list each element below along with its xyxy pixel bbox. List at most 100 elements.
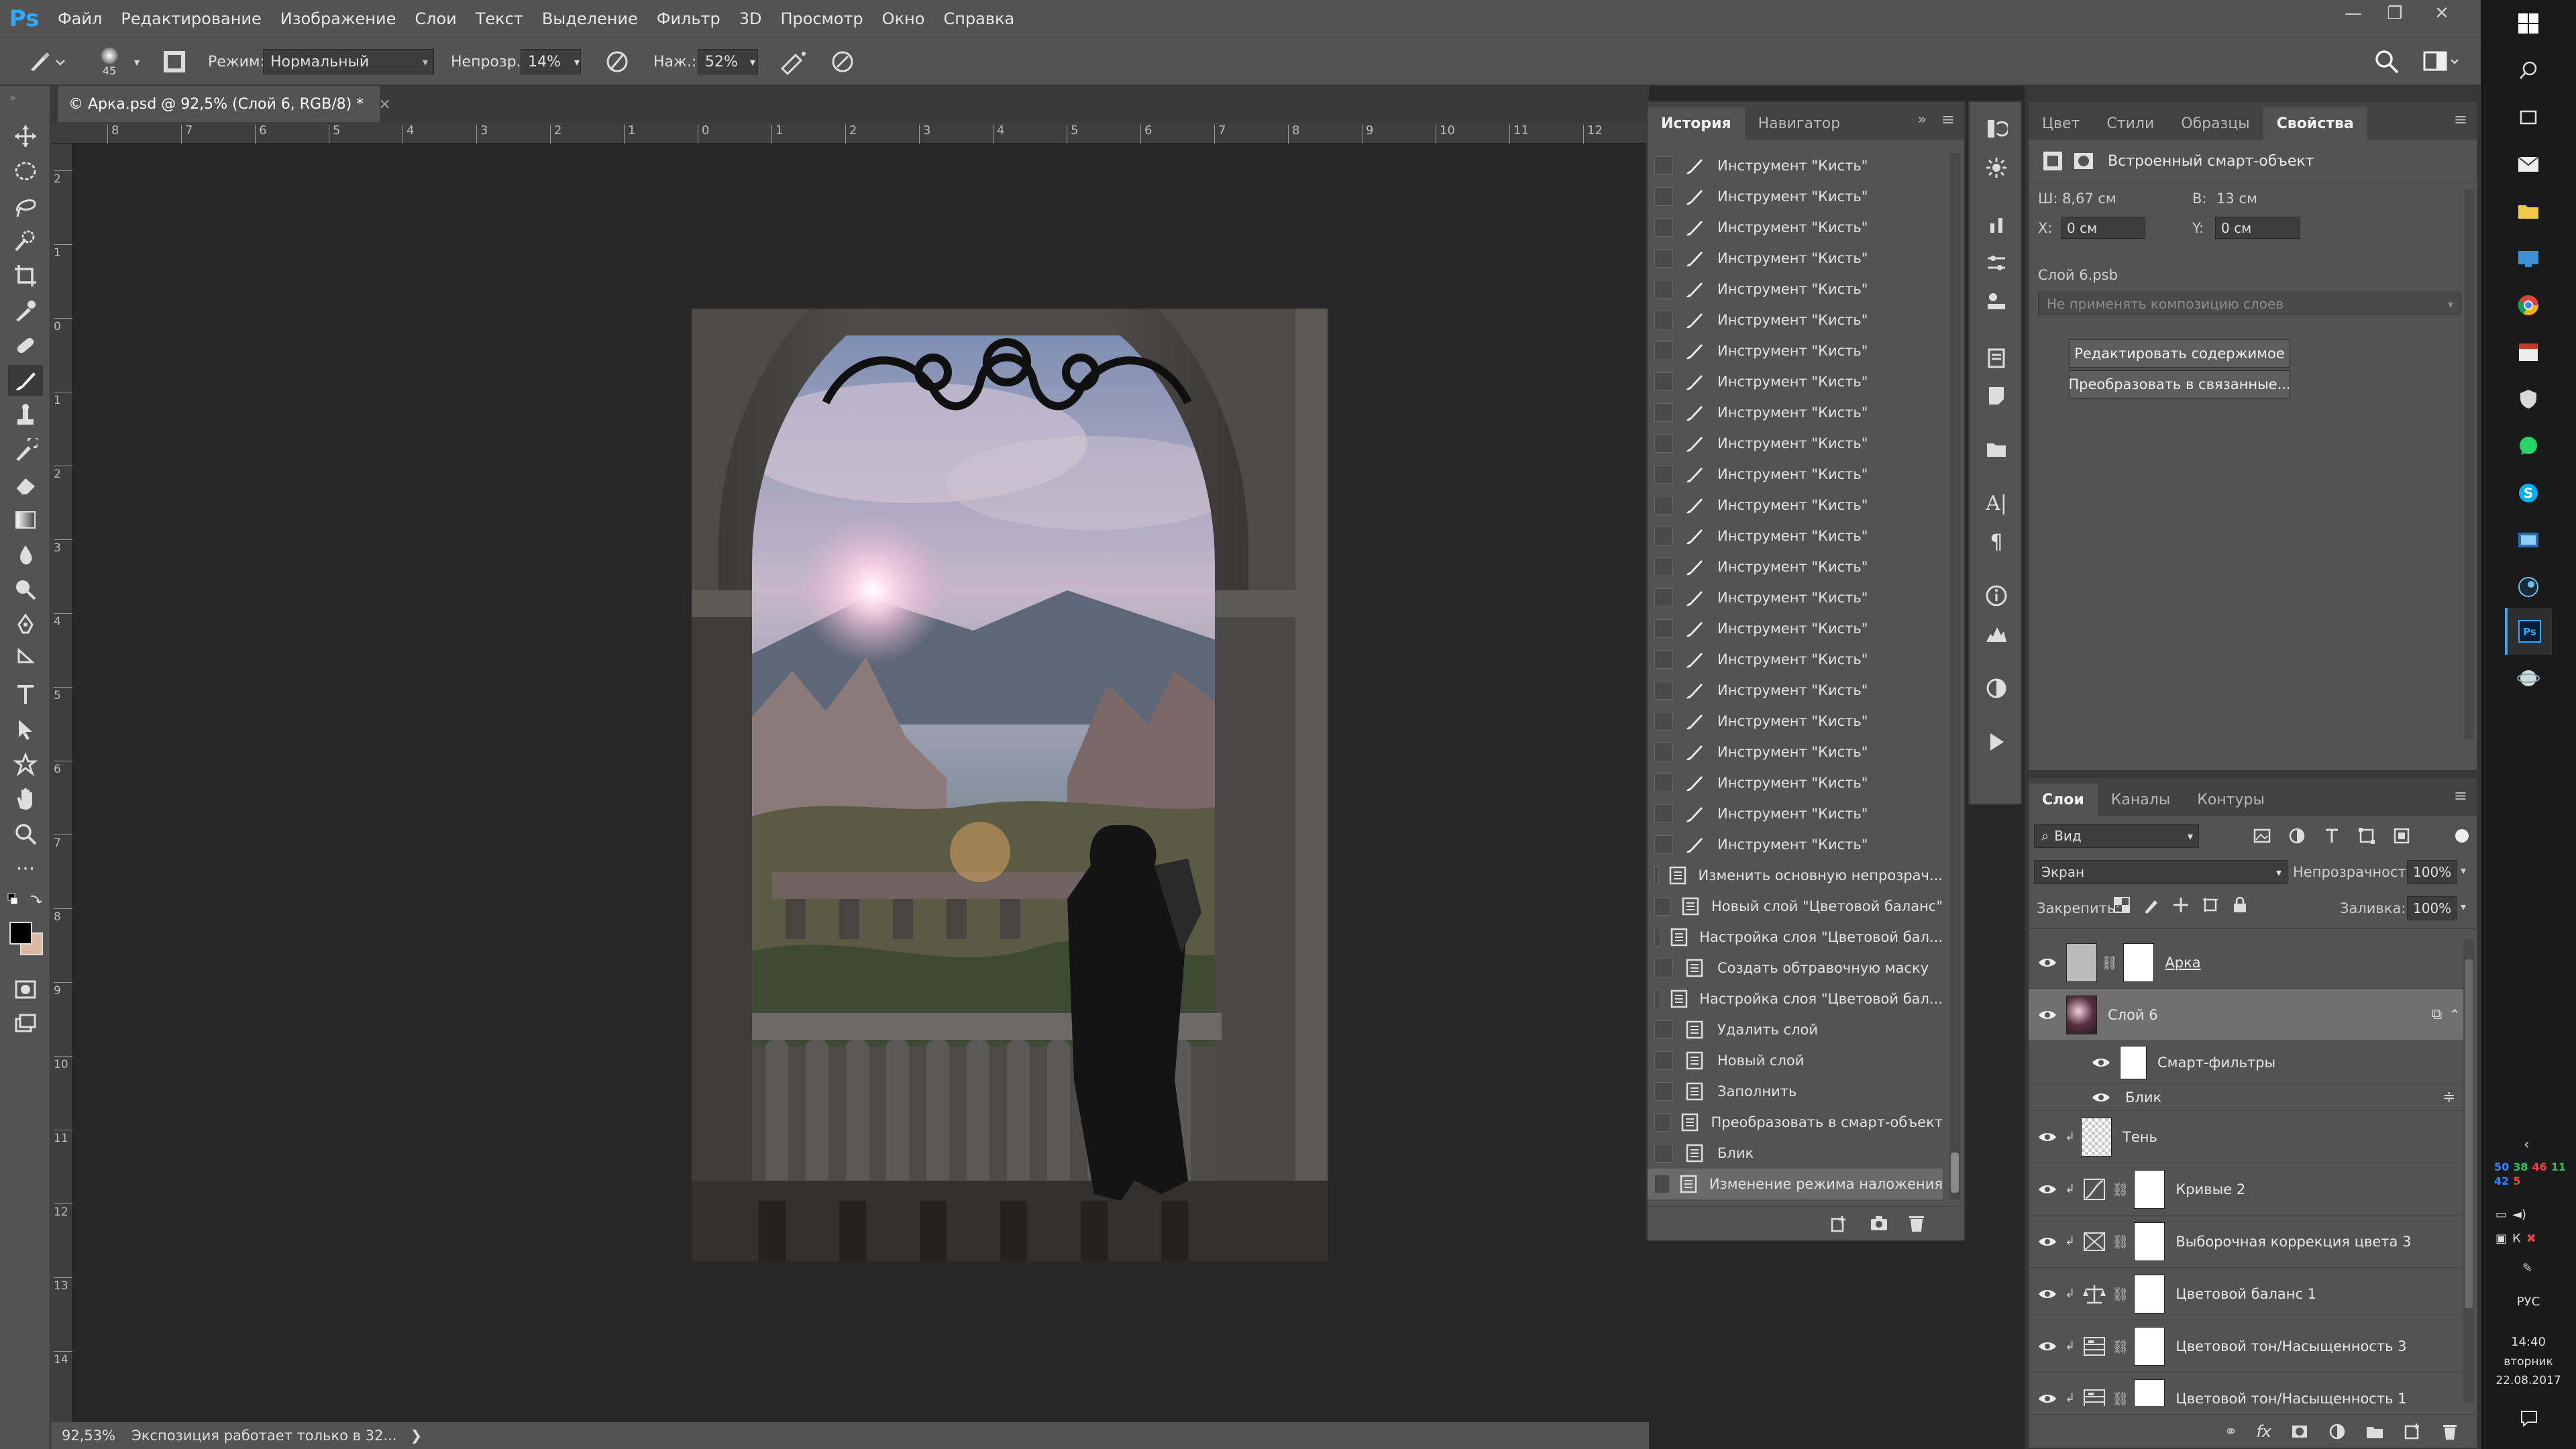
menu-item-4[interactable]: Текст bbox=[466, 9, 533, 28]
history-source-checkbox[interactable] bbox=[1654, 1113, 1671, 1132]
history-item[interactable]: Инструмент "Кисть" bbox=[1648, 397, 1943, 428]
history-source-checkbox[interactable] bbox=[1654, 465, 1673, 484]
layer-row[interactable]: ↲ ⛓ Цветовой баланс 1 bbox=[2029, 1268, 2465, 1320]
opacity-input[interactable]: 14% bbox=[521, 49, 581, 74]
tray-counter[interactable]: 38 bbox=[2513, 1161, 2528, 1173]
pressure-input[interactable]: 52% bbox=[698, 49, 758, 74]
camera-snapshot-icon[interactable] bbox=[1869, 1214, 1889, 1236]
brush-size-arrow-icon[interactable]: ▾ bbox=[134, 38, 140, 85]
history-scrollbar[interactable] bbox=[1949, 153, 1960, 1199]
task-view-icon[interactable] bbox=[2505, 94, 2552, 141]
quick-selection-tool-icon[interactable] bbox=[8, 225, 43, 256]
edit-contents-button[interactable]: Редактировать содержимое bbox=[2069, 339, 2290, 368]
link-layers-icon[interactable]: ⚭ bbox=[2224, 1422, 2237, 1441]
menu-item-7[interactable]: 3D bbox=[730, 9, 771, 28]
history-source-checkbox[interactable] bbox=[1654, 527, 1673, 545]
brush-tool-icon[interactable] bbox=[8, 365, 43, 396]
cortana-search-icon[interactable] bbox=[2505, 47, 2552, 94]
layer-mask-thumbnail[interactable] bbox=[2134, 1326, 2165, 1366]
network-icon[interactable]: ▭ bbox=[2496, 1208, 2507, 1222]
mail-icon[interactable] bbox=[2505, 141, 2552, 188]
collapse-tools-icon[interactable]: » bbox=[9, 91, 16, 104]
tab-styles[interactable]: Стили bbox=[2093, 107, 2167, 140]
visibility-eye-icon[interactable] bbox=[2034, 1333, 2061, 1360]
libraries-folder-icon[interactable] bbox=[1982, 435, 2011, 464]
gradient-tool-icon[interactable] bbox=[8, 504, 43, 535]
history-source-checkbox[interactable] bbox=[1654, 773, 1673, 792]
tray-counter[interactable]: 42 bbox=[2494, 1175, 2509, 1187]
marquee-tool-icon[interactable] bbox=[8, 156, 43, 186]
whatsapp-icon[interactable] bbox=[2505, 423, 2552, 470]
history-item[interactable]: Блик bbox=[1648, 1138, 1943, 1169]
notification-center-icon[interactable] bbox=[2520, 1409, 2538, 1430]
character-panel-icon[interactable]: A| bbox=[1982, 488, 2011, 518]
history-source-checkbox[interactable] bbox=[1654, 496, 1673, 515]
history-item[interactable]: Инструмент "Кисть" bbox=[1648, 521, 1943, 551]
minimize-button[interactable]: — bbox=[2334, 0, 2372, 27]
layer-mask-thumbnail[interactable] bbox=[2134, 1222, 2165, 1261]
file-explorer-icon[interactable] bbox=[2505, 188, 2552, 235]
fill-arrow-icon[interactable]: ▾ bbox=[2461, 900, 2466, 913]
visibility-eye-icon[interactable] bbox=[2034, 1228, 2061, 1255]
navigator-sun-icon[interactable] bbox=[1982, 153, 2011, 182]
layers-scroll-thumb[interactable] bbox=[2465, 959, 2473, 1308]
properties-scrollbar[interactable] bbox=[2465, 189, 2474, 739]
tab-color[interactable]: Цвет bbox=[2029, 107, 2093, 140]
lock-position-icon[interactable] bbox=[2172, 896, 2190, 914]
layer-thumbnail[interactable] bbox=[2066, 943, 2097, 982]
history-source-checkbox[interactable] bbox=[1654, 835, 1673, 854]
menu-item-3[interactable]: Слои bbox=[405, 9, 466, 28]
path-selection-arrow-icon[interactable] bbox=[8, 644, 43, 675]
history-source-checkbox[interactable] bbox=[1654, 712, 1673, 731]
search-icon[interactable] bbox=[2373, 38, 2400, 85]
history-item[interactable]: Инструмент "Кисть" bbox=[1648, 366, 1943, 397]
new-document-from-state-icon[interactable] bbox=[1830, 1214, 1850, 1236]
history-item[interactable]: Настройка слоя "Цветовой бал... bbox=[1648, 983, 1943, 1014]
pressure-arrow-icon[interactable]: ▾ bbox=[750, 38, 755, 85]
tab-properties[interactable]: Свойства bbox=[2263, 107, 2367, 140]
history-scroll-thumb[interactable] bbox=[1951, 1152, 1959, 1193]
chain-link-icon[interactable]: ⛓ bbox=[2112, 1338, 2129, 1354]
history-brush-tool-icon[interactable] bbox=[8, 435, 43, 466]
history-item[interactable]: Изменить основную непрозрач... bbox=[1648, 860, 1943, 891]
default-colors-icon[interactable] bbox=[7, 891, 44, 911]
direct-selection-tool-icon[interactable] bbox=[8, 714, 43, 745]
history-item[interactable]: Инструмент "Кисть" bbox=[1648, 798, 1943, 829]
chain-link-icon[interactable]: ⛓ bbox=[2101, 955, 2118, 971]
panel-menu-icon[interactable]: ≡ bbox=[1941, 110, 1955, 129]
history-source-checkbox[interactable] bbox=[1654, 804, 1673, 823]
visibility-eye-icon[interactable] bbox=[2034, 949, 2061, 976]
document-tab[interactable]: © Арка.psd @ 92,5% (Слой 6, RGB/8) * × bbox=[58, 86, 391, 122]
menu-item-10[interactable]: Справка bbox=[934, 9, 1024, 28]
smart-object-thumbnail[interactable] bbox=[2066, 995, 2097, 1034]
filter-options-icon[interactable]: ≑ bbox=[2443, 1089, 2455, 1106]
tab-paths[interactable]: Контуры bbox=[2184, 784, 2278, 816]
new-group-folder-icon[interactable] bbox=[2365, 1422, 2384, 1441]
windows-start-icon[interactable] bbox=[2505, 0, 2552, 47]
history-item[interactable]: Преобразовать в смарт-объект bbox=[1648, 1107, 1943, 1138]
visibility-eye-icon[interactable] bbox=[2034, 1385, 2061, 1407]
history-item[interactable]: Инструмент "Кисть" bbox=[1648, 150, 1943, 181]
layer-mask-thumbnail[interactable] bbox=[2134, 1274, 2165, 1313]
filter-type-icon[interactable] bbox=[2322, 826, 2341, 845]
layer-mask-thumbnail[interactable] bbox=[2134, 1169, 2165, 1209]
info-panel-icon[interactable] bbox=[1982, 581, 2011, 610]
eyedropper-tool-icon[interactable] bbox=[8, 295, 43, 326]
menu-item-6[interactable]: Фильтр bbox=[647, 9, 730, 28]
history-item[interactable]: Удалить слой bbox=[1648, 1014, 1943, 1045]
security-alert-icon[interactable]: ✖ bbox=[2526, 1232, 2536, 1246]
history-source-checkbox[interactable] bbox=[1654, 650, 1673, 669]
lock-image-pixels-icon[interactable] bbox=[2143, 896, 2160, 914]
fill-input[interactable]: 100% bbox=[2407, 896, 2457, 920]
restore-button[interactable]: ❐ bbox=[2376, 0, 2414, 27]
workspace-icon[interactable] bbox=[2422, 38, 2462, 85]
brush-settings-icon[interactable] bbox=[1982, 248, 2011, 278]
chrome-icon[interactable] bbox=[2505, 282, 2552, 329]
pen-tool-icon[interactable] bbox=[8, 609, 43, 640]
adjustments-panel-icon[interactable] bbox=[1982, 674, 2011, 703]
tray-counter[interactable]: 11 bbox=[2551, 1161, 2566, 1173]
history-item[interactable]: Инструмент "Кисть" bbox=[1648, 829, 1943, 860]
menu-item-0[interactable]: Файл bbox=[48, 9, 111, 28]
layer-row[interactable]: ↲ ⛓ Выборочная коррекция цвета 3 bbox=[2029, 1216, 2465, 1268]
history-item[interactable]: Инструмент "Кисть" bbox=[1648, 644, 1943, 675]
